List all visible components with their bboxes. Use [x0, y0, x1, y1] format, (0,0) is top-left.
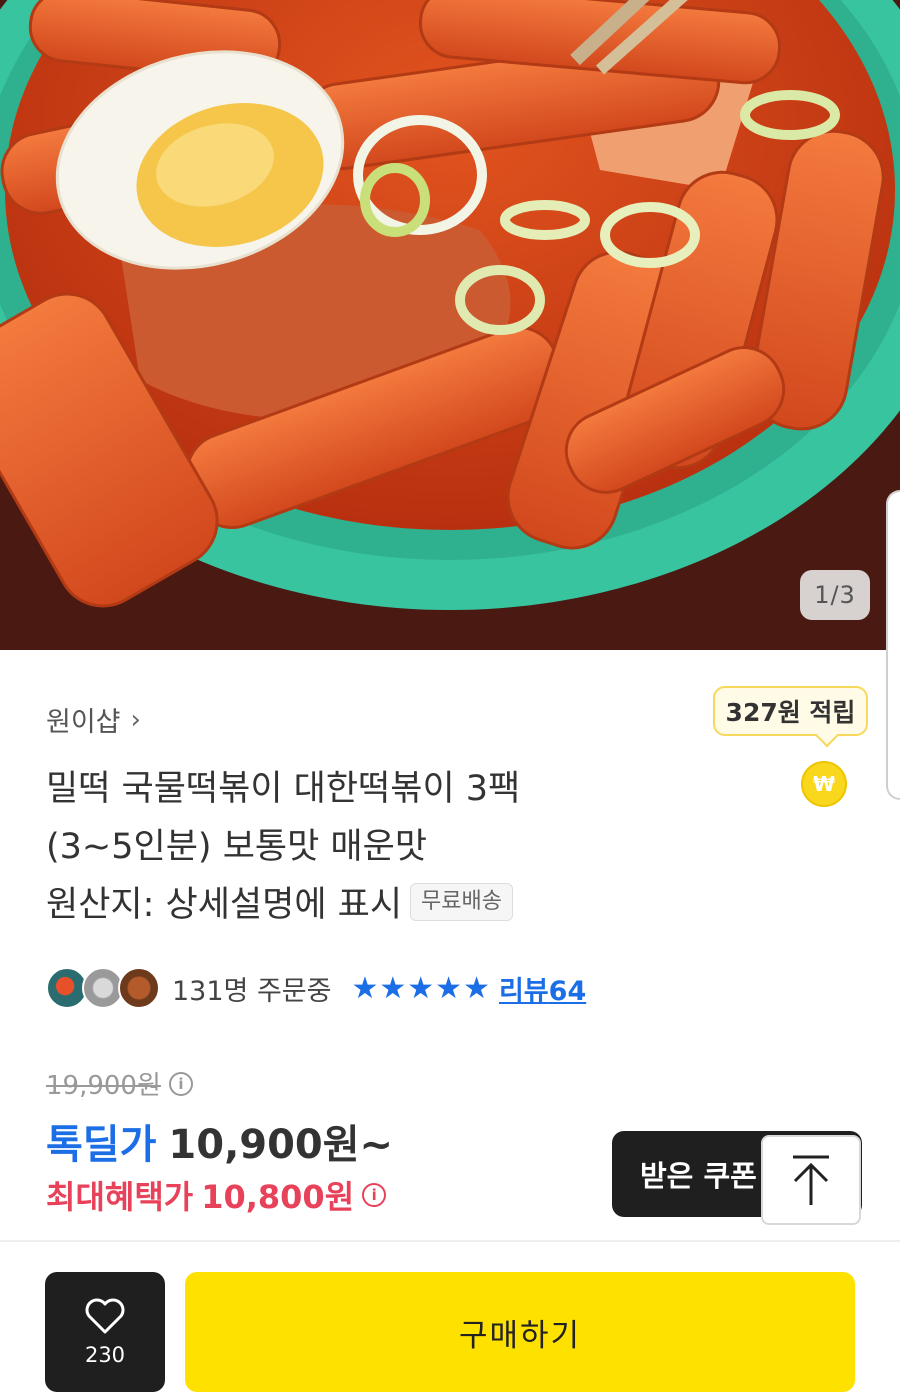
social-proof-row: 131명 주문중 ★★★★★ 리뷰64: [46, 965, 586, 1011]
like-count: 230: [84, 1343, 126, 1367]
chevron-right-icon: ›: [130, 704, 141, 735]
max-benefit-price: 10,800원: [201, 1178, 355, 1216]
buy-button[interactable]: 구매하기: [185, 1272, 855, 1392]
order-count: 131명 주문중: [172, 975, 332, 1007]
deal-price-row: 톡딜가 10,900원~: [46, 1112, 393, 1170]
bottom-divider: [0, 1240, 900, 1242]
image-page-indicator: 1/3: [800, 570, 870, 620]
side-scroll-handle[interactable]: [886, 490, 900, 800]
deal-label: 톡딜가: [46, 1122, 157, 1168]
coupon-label: 받은 쿠폰: [640, 1159, 757, 1193]
origin-text: 원산지: 상세설명에 표시: [46, 885, 403, 925]
heart-icon: [85, 1298, 125, 1334]
title-line-2: (3~5인분) 보통맛 매운맛: [46, 827, 428, 867]
deal-price: 10,900원~: [168, 1122, 394, 1168]
original-price: 19,900원: [46, 1071, 161, 1101]
scroll-to-top-button[interactable]: [761, 1135, 861, 1225]
seller-link[interactable]: 원이샵 ›: [46, 700, 141, 739]
max-benefit-row: 최대혜택가 10,800원 i: [46, 1172, 387, 1218]
won-coin-icon[interactable]: ₩: [801, 761, 847, 807]
free-shipping-badge: 무료배송: [410, 883, 514, 921]
like-button[interactable]: 230: [45, 1272, 165, 1392]
max-benefit-label: 최대혜택가: [46, 1178, 194, 1216]
title-line-3: 원산지: 상세설명에 표시 무료배송: [46, 876, 606, 934]
seller-name: 원이샵: [46, 707, 121, 738]
review-label: 리뷰: [498, 975, 549, 1007]
product-image[interactable]: 1/3: [0, 0, 900, 650]
review-link[interactable]: 리뷰64: [499, 969, 586, 1008]
star-rating-icon: ★★★★★: [351, 970, 491, 1006]
arrow-up-icon: [793, 1155, 829, 1205]
points-badge: 327원 적립: [713, 686, 868, 736]
avatar: [118, 967, 160, 1009]
info-icon[interactable]: i: [168, 1071, 193, 1096]
original-price-row: 19,900원 i: [46, 1065, 193, 1102]
tteokbokki-photo: [0, 0, 900, 650]
title-line-1: 밀떡 국물떡볶이 대한떡볶이 3팩: [46, 769, 521, 809]
review-count: 64: [548, 975, 587, 1007]
buyer-avatars: [46, 965, 164, 1011]
info-icon[interactable]: i: [362, 1183, 387, 1207]
product-title: 밀떡 국물떡볶이 대한떡볶이 3팩 (3~5인분) 보통맛 매운맛 원산지: 상…: [46, 760, 606, 934]
